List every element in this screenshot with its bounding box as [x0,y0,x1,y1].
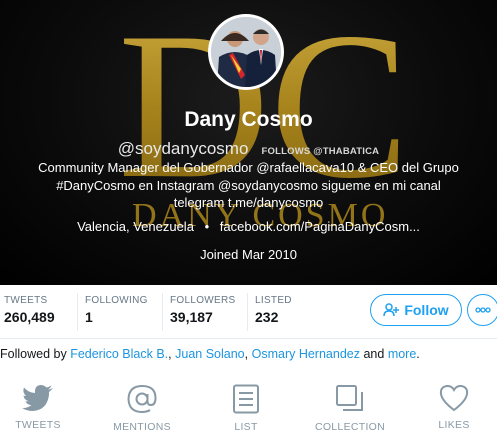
more-options-button[interactable] [467,294,497,326]
stat-listed[interactable]: LISTED 232 [255,295,292,325]
profile-handle: @soydanycosmo [117,139,249,158]
profile-tabs: TWEETS MENTIONS LIST COLLECTION LIKES [0,376,497,444]
profile-location: Valencia, Venezuela [77,219,194,234]
stat-following[interactable]: FOLLOWING 1 [85,295,148,325]
tab-collection[interactable]: COLLECTION [310,384,390,433]
followed-by-end: . [416,347,420,361]
bird-icon [22,385,53,411]
stat-value: 39,187 [170,309,213,325]
stat-value: 260,489 [4,309,55,325]
tab-label: LIST [234,421,258,433]
meta-separator: • [204,219,210,234]
tab-label: TWEETS [15,419,61,431]
tab-label: LIKES [438,419,470,431]
tab-label: MENTIONS [113,421,171,433]
stat-tweets[interactable]: TWEETS 260,489 [4,295,55,325]
follows-you-badge: FOLLOWS @THABATICA [261,146,380,157]
tab-list[interactable]: LIST [206,384,286,433]
tab-label: COLLECTION [314,421,386,433]
stat-divider [247,293,248,331]
follower-link[interactable]: Osmary Hernandez [252,347,360,361]
profile-name: Dany Cosmo [184,108,313,131]
more-dots-icon [475,307,491,313]
profile-banner: DC DANY COSMO Dany Cosmo @soydanycosmo F… [0,0,497,285]
profile-meta: Valencia, Venezuela • facebook.com/Pagin… [0,219,497,234]
list-icon [233,384,259,414]
avatar[interactable] [208,14,284,90]
tab-tweets[interactable]: TWEETS [0,384,78,431]
stat-value: 232 [255,309,279,325]
follower-link[interactable]: Federico Black B. [70,347,168,361]
collection-icon [336,385,363,411]
stat-label: LISTED [255,295,292,306]
profile-joined-date: Joined Mar 2010 [200,247,297,262]
follower-link[interactable]: Juan Solano [175,347,245,361]
profile-website-link[interactable]: facebook.com/PaginaDanyCosm... [220,219,420,234]
followed-by-more-link[interactable]: more [388,347,416,361]
handle-row: @soydanycosmo FOLLOWS @THABATICA [0,139,497,159]
followed-by-prefix: Followed by [0,347,67,361]
avatar-photo [211,17,281,87]
stat-label: FOLLOWING [85,295,148,306]
tab-mentions[interactable]: MENTIONS [102,384,182,433]
followed-by-line: Followed by Federico Black B., Juan Sola… [0,347,420,361]
profile-bio: Community Manager del Gobernador @rafael… [38,160,459,210]
stat-divider [77,293,78,331]
follow-button-label: Follow [404,302,449,318]
stat-label: TWEETS [4,295,48,306]
followed-by-and: and [363,347,385,361]
stat-divider [162,293,163,331]
heart-icon [439,384,469,412]
at-icon [127,384,157,414]
follow-button[interactable]: Follow [370,294,462,326]
stat-value: 1 [85,309,93,325]
tab-likes[interactable]: LIKES [414,384,494,431]
stat-label: FOLLOWERS [170,295,236,306]
stat-followers[interactable]: FOLLOWERS 39,187 [170,295,236,325]
add-user-icon [383,303,400,317]
